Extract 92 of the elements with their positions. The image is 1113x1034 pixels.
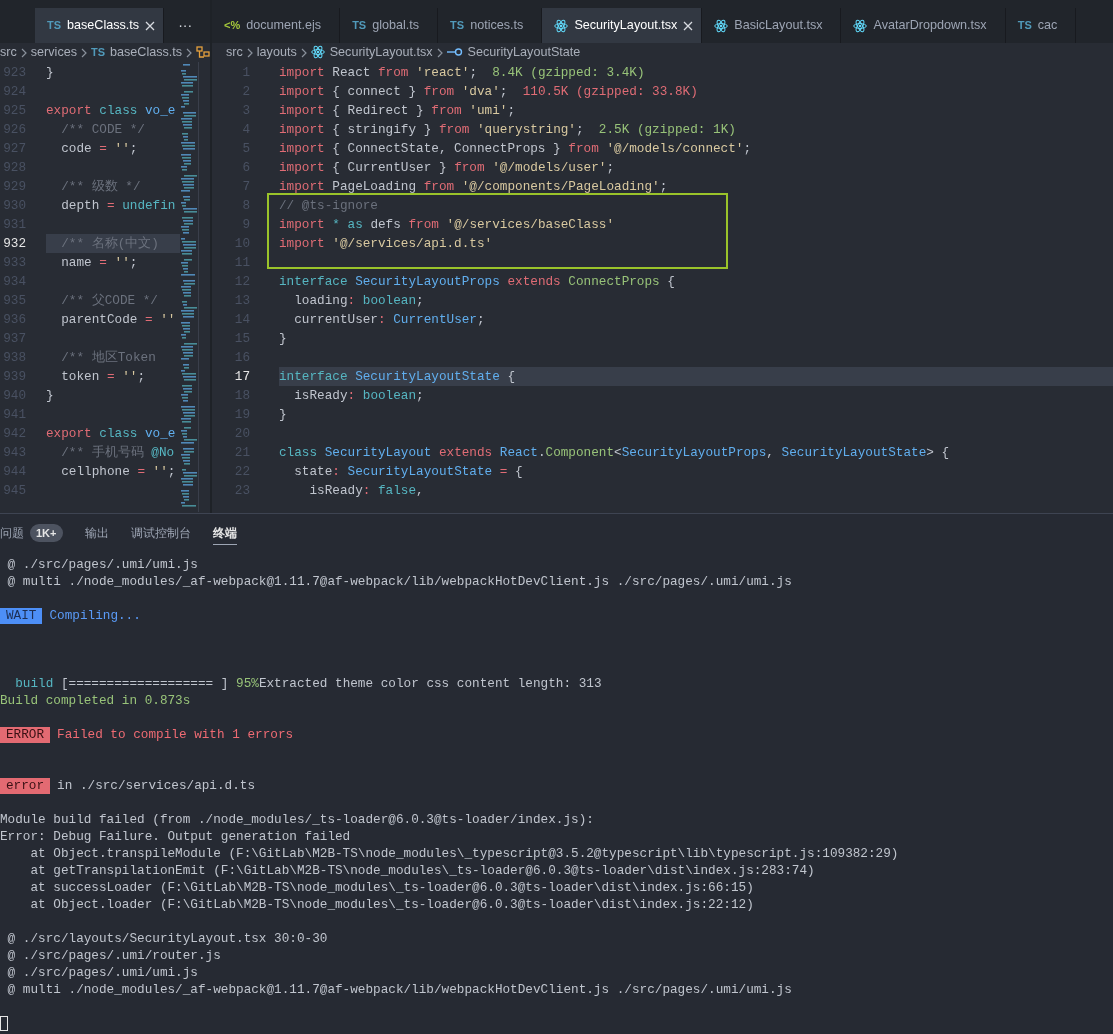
- code-line: import * as defs from '@/services/baseClass': [279, 216, 616, 234]
- panel-tab[interactable]: 问题 1K+: [0, 521, 63, 545]
- breadcrumb-item[interactable]: SecurityLayoutState: [467, 43, 581, 62]
- terminal-line: Failed to compile with 1 errors: [57, 726, 294, 743]
- terminal-line: @ ./src/layouts/SecurityLayout.tsx 30:0-30: [6, 930, 329, 947]
- terminal-line: @ ./src/pages/.umi/umi.js: [6, 556, 199, 573]
- code-line: }: [279, 330, 288, 348]
- code-line: isReady: false,: [308, 482, 425, 500]
- line-number: 932: [2, 235, 26, 253]
- chevron-icon: [19, 47, 28, 58]
- code-line: import { stringify } from 'querystring'; 2.5K (gzipped: 1K): [279, 121, 737, 139]
- code-line: import { CurrentUser } from '@/models/user';: [279, 159, 616, 177]
- code-line: name = '';: [60, 254, 139, 272]
- terminal-line: at getTranspilationEmit (F:\GitLab\M2B-TS\node_modules\_ts-loader@6.0.3@ts-loader\dist\index.js:283:74): [29, 862, 816, 879]
- panel-tab[interactable]: 调试控制台: [130, 521, 191, 545]
- close-icon: [145, 20, 156, 31]
- ejs-icon: <%: [224, 17, 241, 34]
- code-line: currentUser: CurrentUser;: [293, 311, 486, 329]
- terminal-line: Build completed in 0.873s: [0, 692, 192, 709]
- code-line: import React from 'react'; 8.4K (gzipped: 3.4K): [279, 64, 646, 82]
- status-tag: ERROR: [0, 726, 51, 743]
- status-tag: error: [0, 777, 51, 794]
- react-icon: [853, 18, 868, 33]
- breadcrumb-item[interactable]: layouts: [256, 43, 297, 62]
- chevron-icon: [435, 47, 444, 58]
- code-line: parentCode = '': [60, 311, 177, 329]
- terminal-line: @ multi ./node_modules/_af-webpack@1.11.7@af-webpack/lib/webpackHotDevClient.js ./src/pages/.umi/umi.js: [6, 573, 793, 590]
- line-number: 17: [233, 368, 250, 386]
- code-line: /** 级数 */: [60, 178, 142, 196]
- terminal-line: at successLoader (F:\GitLab\M2B-TS\node_modules\_ts-loader@6.0.3@ts-loader\dist\index.js:66:15): [29, 879, 755, 896]
- code-line: }: [279, 406, 288, 424]
- terminal-line: at Object.transpileModule (F:\GitLab\M2B-TS\node_modules\_typescript@3.5.2@typescript\lib\typescript.js:109382:29): [29, 845, 900, 862]
- code-line: export class vo_e: [46, 425, 177, 443]
- terminal-cursor: [0, 1016, 8, 1031]
- breadcrumb-item[interactable]: src: [0, 43, 17, 62]
- code-line: /** 父CODE */: [60, 292, 159, 310]
- more-button[interactable]: ···: [164, 8, 207, 43]
- terminal-line: Compiling...: [49, 607, 141, 624]
- terminal-line: @ multi ./node_modules/_af-webpack@1.11.7@af-webpack/lib/webpackHotDevClient.js ./src/pages/.umi/umi.js: [6, 981, 793, 998]
- code-line: export class vo_e: [46, 102, 177, 120]
- breadcrumb-item[interactable]: src: [226, 43, 243, 62]
- code-line: class SecurityLayout extends React.Component<SecurityLayoutProps, SecurityLayoutState> {: [279, 444, 951, 462]
- code-line: interface SecurityLayoutProps extends ConnectProps {: [279, 273, 676, 291]
- editor-tab[interactable]: SecurityLayout.tsx: [542, 8, 703, 43]
- chevron-icon: [299, 47, 308, 58]
- react-icon: [310, 45, 325, 60]
- react-icon: [554, 18, 569, 33]
- panel-tab[interactable]: 终端: [212, 521, 237, 545]
- terminal-line: @ ./src/pages/.umi/router.js: [6, 947, 222, 964]
- count-badge: 1K+: [30, 523, 63, 543]
- breadcrumb-item[interactable]: SecurityLayout.tsx: [329, 43, 433, 62]
- close-icon: [683, 20, 694, 31]
- status-tag: WAIT: [0, 607, 43, 624]
- terminal-line: Module build failed (from ./node_modules/_ts-loader@6.0.3@ts-loader/index.js):: [0, 811, 595, 828]
- ts-icon: TS: [352, 17, 367, 34]
- code-line: import { connect } from 'dva'; 110.5K (gzipped: 33.8K): [279, 83, 699, 101]
- code-line: /** CODE */: [60, 121, 146, 139]
- panel-tab[interactable]: 输出: [84, 521, 109, 545]
- code-line: }: [46, 64, 55, 82]
- breadcrumb-item[interactable]: baseClass.ts: [110, 43, 183, 62]
- field-icon: [446, 47, 463, 58]
- code-line: import PageLoading from '@/components/PageLoading';: [279, 178, 669, 196]
- code-line: import '@/services/api.d.ts': [279, 235, 494, 253]
- ts-icon: TS: [91, 44, 106, 61]
- code-line: import { Redirect } from 'umi';: [279, 102, 517, 120]
- chevron-icon: [185, 47, 194, 58]
- editor-tab[interactable]: TS baseClass.ts: [35, 8, 165, 43]
- code-line: state: SecurityLayoutState = {: [293, 463, 524, 481]
- code-line: import { ConnectState, ConnectProps } from '@/models/connect';: [279, 140, 753, 158]
- breadcrumb-item[interactable]: services: [30, 43, 77, 62]
- code-line: /** 地区Token: [60, 349, 157, 367]
- chevron-icon: [80, 47, 88, 58]
- code-line: /** 手机号码 @No: [60, 444, 176, 462]
- code-line: cellphone = '';: [60, 463, 177, 481]
- code-line: isReady: boolean;: [293, 387, 425, 405]
- ts-icon: TS: [450, 17, 465, 34]
- code-line: loading: boolean;: [293, 292, 425, 310]
- code-line: depth = undefin: [60, 197, 177, 215]
- terminal-line: Error: Debug Failure. Output generation failed: [0, 828, 352, 845]
- react-icon: [714, 18, 729, 33]
- code-line: }: [46, 387, 55, 405]
- code-line: code = '';: [60, 140, 139, 158]
- terminal-line: build [=================== ] 95%Extracted theme color css content length: 313: [14, 675, 603, 692]
- structure-icon: [196, 45, 210, 60]
- chevron-icon: [245, 47, 254, 58]
- code-line: // @ts-ignore: [279, 197, 379, 215]
- ts-icon: TS: [47, 17, 62, 34]
- terminal-line: @ ./src/pages/.umi/umi.js: [6, 964, 199, 981]
- code-line: token = '';: [60, 368, 146, 386]
- ts-icon: TS: [1017, 17, 1032, 34]
- terminal-line: in ./src/services/api.d.ts: [57, 777, 256, 794]
- terminal-line: at Object.loader (F:\GitLab\M2B-TS\node_modules\_ts-loader@6.0.3@ts-loader\dist\index.js:22:12): [29, 896, 755, 913]
